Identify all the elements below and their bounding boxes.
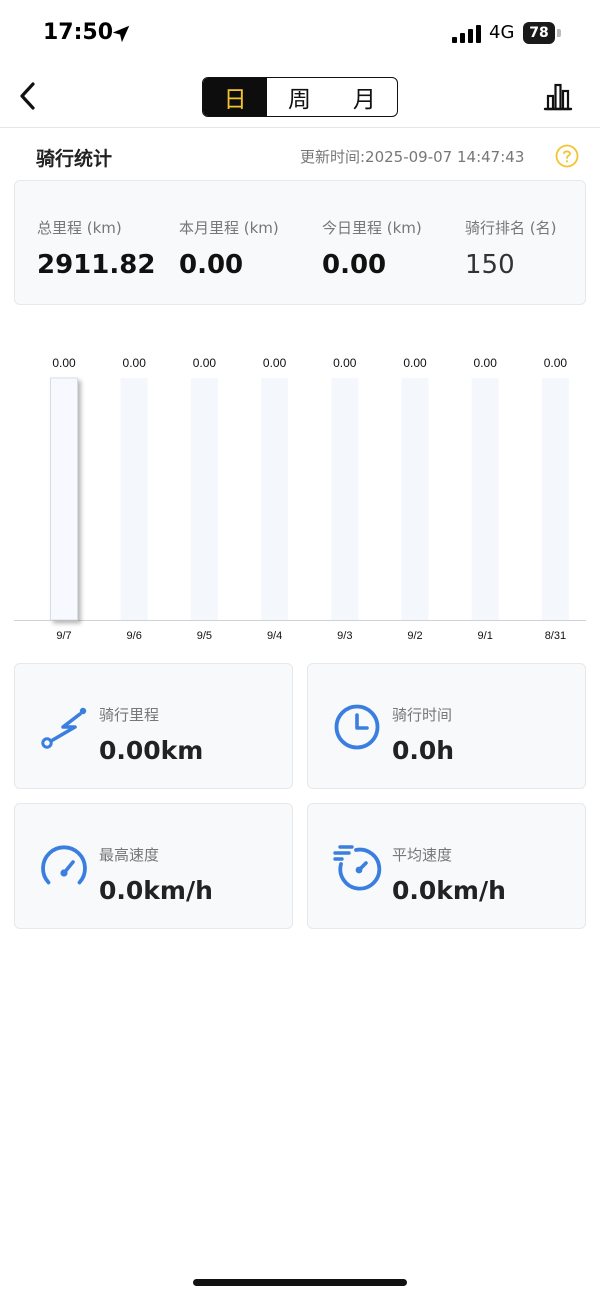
tab-day[interactable]: 日: [203, 78, 268, 116]
x-tick-label: 9/6: [127, 630, 142, 642]
x-tick-label: 9/4: [267, 630, 282, 642]
metric-label: 最高速度: [99, 846, 160, 864]
battery-icon: 78: [523, 22, 563, 44]
x-tick-label: 9/2: [407, 630, 422, 642]
summary-ranking: 骑行排名 (名) 150: [465, 217, 556, 280]
bar-value-label: 0.00: [403, 356, 427, 370]
cellular-signal-icon: [452, 25, 481, 43]
metric-value: 0.0km/h: [99, 876, 213, 905]
bar-value-label: 0.00: [193, 356, 217, 370]
clock-icon: [334, 704, 380, 750]
speedometer-icon: [41, 845, 87, 885]
summary-value: 150: [465, 250, 515, 280]
route-icon: [41, 707, 87, 749]
x-tick-label: 8/31: [545, 630, 566, 642]
tab-week[interactable]: 周: [267, 78, 331, 116]
update-time: 更新时间:2025-09-07 14:47:43: [300, 148, 525, 166]
bar-chart-icon[interactable]: [542, 80, 574, 112]
x-tick-label: 9/3: [337, 630, 352, 642]
summary-today-mileage: 今日里程 (km) 0.00: [322, 217, 422, 280]
bar-track: [261, 378, 289, 620]
question-circle-icon[interactable]: [555, 144, 579, 168]
bar-track: [120, 378, 148, 620]
metric-label: 骑行时间: [392, 706, 453, 724]
section-title: 骑行统计: [36, 148, 113, 170]
tab-month[interactable]: 月: [332, 78, 397, 116]
metric-value: 0.00km: [99, 736, 204, 765]
summary-label: 今日里程 (km): [322, 219, 422, 237]
metric-value: 0.0h: [392, 736, 455, 765]
summary-total-mileage: 总里程 (km) 2911.82: [37, 217, 155, 280]
bar-value-label: 0.00: [263, 356, 287, 370]
metric-card-time: 骑行时间 0.0h: [307, 663, 586, 789]
status-bar: 17:50 4G 78: [0, 0, 600, 68]
metric-card-avg-speed: 平均速度 0.0km/h: [307, 803, 586, 929]
bar-value-label: 0.00: [333, 356, 357, 370]
summary-value: 0.00: [322, 250, 387, 280]
x-tick-label: 9/5: [197, 630, 212, 642]
bar-track: [401, 378, 429, 620]
bar-value-label: 0.00: [123, 356, 147, 370]
bar-track: [541, 378, 569, 620]
status-time: 17:50: [43, 20, 114, 45]
x-tick-label: 9/1: [478, 630, 493, 642]
summary-month-mileage: 本月里程 (km) 0.00: [179, 217, 279, 280]
bar-value-label: 0.00: [544, 356, 568, 370]
metric-card-max-speed: 最高速度 0.0km/h: [14, 803, 293, 929]
nav-bar: 日 周 月: [0, 68, 600, 128]
bar-track: [331, 378, 359, 620]
bar-value-label: 0.00: [474, 356, 498, 370]
bar-track: [471, 378, 499, 620]
summary-card: 总里程 (km) 2911.82 本月里程 (km) 0.00 今日里程 (km…: [14, 180, 586, 305]
battery-level: 78: [523, 22, 555, 44]
network-type: 4G: [489, 22, 515, 43]
chevron-left-icon[interactable]: [14, 78, 42, 114]
metric-label: 平均速度: [392, 846, 453, 864]
metric-card-distance: 骑行里程 0.00km: [14, 663, 293, 789]
summary-label: 总里程 (km): [37, 219, 122, 237]
bar-track: [50, 377, 78, 621]
fast-timer-icon: [333, 845, 382, 891]
bar-track: [190, 378, 218, 620]
summary-label: 骑行排名 (名): [465, 219, 557, 237]
summary-value: 0.00: [179, 250, 244, 280]
bar-value-label: 0.00: [52, 356, 76, 370]
location-arrow-icon: [112, 25, 130, 43]
battery-tip: [557, 29, 561, 37]
metric-label: 骑行里程: [99, 706, 160, 724]
x-tick-label: 9/7: [56, 630, 71, 642]
home-indicator[interactable]: [193, 1279, 407, 1286]
daily-mileage-chart: 0.00 9/7 0.00 9/6 0.00 9/5 0.00 9/4 0.00 9/3 0.00 9…: [14, 340, 586, 650]
period-segmented-control: 日 周 月: [202, 77, 398, 117]
summary-label: 本月里程 (km): [179, 219, 279, 237]
chart-svg: 0.00 9/7 0.00 9/6 0.00 9/5 0.00 9/4 0.00 9/3 0.00 9…: [14, 356, 586, 642]
summary-value: 2911.82: [37, 250, 156, 280]
metric-value: 0.0km/h: [392, 876, 506, 905]
